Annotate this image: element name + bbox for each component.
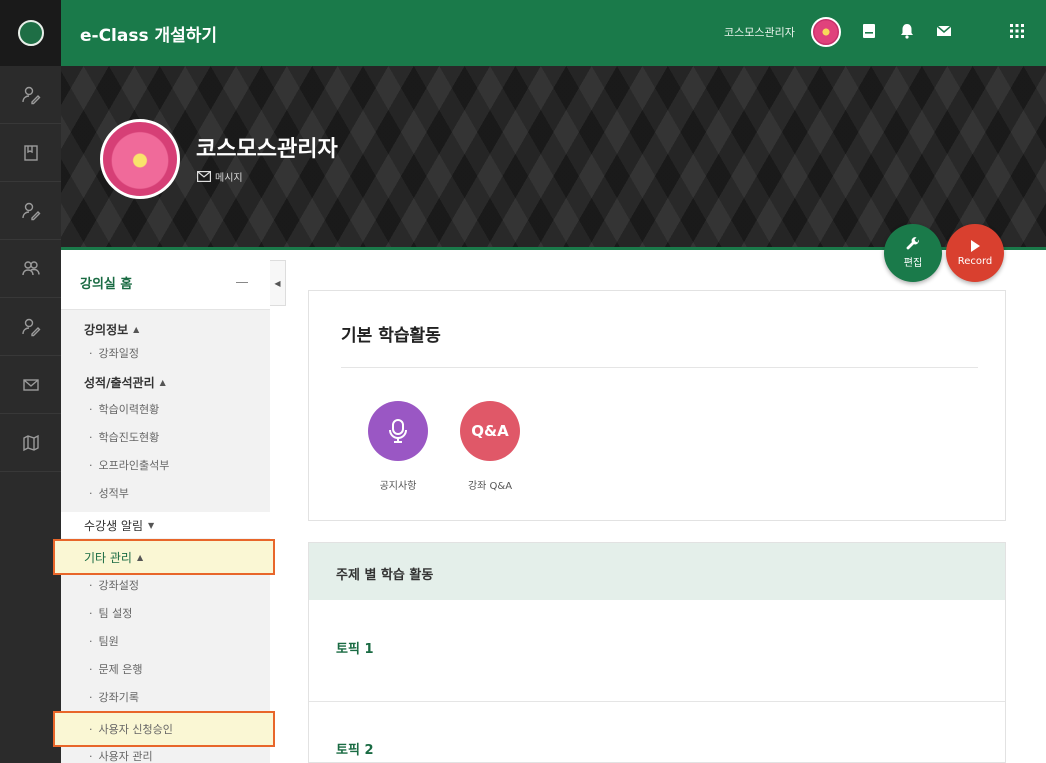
activity-label: 강좌 Q&A: [467, 481, 513, 492]
sidebar-item-course-settings[interactable]: 강좌설정: [61, 572, 270, 598]
basic-activities-panel: 기본 학습활동 공지사항 Q&A 강좌 Q&A: [308, 290, 1006, 521]
microphone-icon: [389, 419, 407, 443]
mail-icon[interactable]: [0, 356, 61, 414]
record-label: Record: [957, 256, 993, 267]
course-sidebar: 강의실 홈 강의정보▲ 강좌일정 성적/출석관리▲ 학습이력현황 학습진도현황 …: [53, 250, 275, 763]
user-name[interactable]: 코스모스관리자: [724, 24, 795, 40]
mail-icon: [197, 171, 211, 182]
topic-section-header: 주제 별 학습 활동: [309, 543, 1005, 600]
divider: [309, 701, 1005, 702]
bell-icon[interactable]: [898, 22, 916, 40]
university-seal-icon: [17, 20, 44, 46]
edit-button[interactable]: 편집: [884, 224, 942, 282]
sidebar-group-etc[interactable]: 기타 관리 ▲: [53, 539, 275, 575]
edit-label: 편집: [903, 258, 923, 269]
chevron-left-icon: ◀: [274, 278, 281, 288]
sidebar-toggle[interactable]: ◀: [270, 260, 286, 306]
sidebar-item-question-bank[interactable]: 문제 은행: [61, 656, 270, 682]
caret-up-icon: ▲: [159, 377, 166, 387]
book-icon[interactable]: [0, 124, 61, 182]
message-link[interactable]: 메시지: [197, 169, 243, 184]
sidebar-item-label: 강의정보: [84, 322, 129, 337]
sidebar-group-course-info[interactable]: 강의정보 ▲: [61, 316, 270, 342]
sidebar-item-schedule[interactable]: 강좌일정: [61, 340, 270, 366]
caret-up-icon: ▲: [136, 552, 144, 562]
play-icon: [971, 240, 980, 252]
users-icon[interactable]: [0, 240, 61, 298]
logo[interactable]: [0, 0, 61, 66]
collapse-minus-icon[interactable]: [236, 282, 248, 283]
sidebar-home-link[interactable]: 강의실 홈: [80, 273, 132, 292]
sidebar-item-user-management[interactable]: 사용자 관리: [61, 746, 270, 763]
record-button[interactable]: Record: [946, 224, 1004, 282]
sidebar-item-learning-history[interactable]: 학습이력현황: [61, 396, 270, 422]
activity-icon: [368, 401, 428, 461]
section-title: 기본 학습활동: [341, 326, 441, 346]
left-rail: [0, 0, 61, 763]
sidebar-item-team-members[interactable]: 팀원: [61, 628, 270, 654]
divider: [341, 367, 978, 368]
topic-section-title: 주제 별 학습 활동: [336, 568, 434, 583]
caret-up-icon: ▲: [133, 324, 140, 334]
sidebar-group-notifications[interactable]: 수강생 알림 ▼: [61, 512, 270, 538]
topic-activities-panel: 주제 별 학습 활동 토픽 1 토픽 2: [308, 542, 1006, 763]
page-title[interactable]: e-Class 개설하기: [80, 21, 217, 46]
user-edit-icon[interactable]: [0, 298, 61, 356]
topic-1[interactable]: 토픽 1: [336, 638, 374, 657]
sidebar-item-gradebook[interactable]: 성적부: [61, 480, 270, 506]
sidebar-group-grades[interactable]: 성적/출석관리 ▲: [61, 369, 270, 395]
profile-avatar[interactable]: [100, 119, 180, 199]
user-edit-icon[interactable]: [0, 182, 61, 240]
user-edit-icon[interactable]: [0, 66, 61, 124]
sidebar-item-offline-attendance[interactable]: 오프라인출석부: [61, 452, 270, 478]
top-bar: e-Class 개설하기 코스모스관리자: [61, 0, 1046, 66]
sidebar-item-team-settings[interactable]: 팀 설정: [61, 600, 270, 626]
wrench-icon: [906, 237, 919, 250]
board-icon[interactable]: [860, 22, 878, 40]
caret-down-icon: ▼: [148, 520, 155, 530]
map-icon[interactable]: [0, 414, 61, 472]
sidebar-item-label: 성적/출석관리: [84, 375, 155, 390]
qna-icon: Q&A: [460, 401, 520, 461]
sidebar-item-progress[interactable]: 학습진도현황: [61, 424, 270, 450]
activity-qna[interactable]: Q&A 강좌 Q&A: [450, 401, 530, 492]
mail-icon[interactable]: [935, 22, 953, 40]
avatar[interactable]: [811, 17, 841, 47]
sidebar-header: 강의실 홈: [61, 250, 270, 310]
profile-banner: 코스모스관리자 메시지: [61, 66, 1046, 250]
sidebar-item-user-approval[interactable]: 사용자 신청승인: [53, 711, 275, 747]
apps-grid-icon[interactable]: [1008, 22, 1026, 40]
profile-name: 코스모스관리자: [196, 137, 338, 162]
activity-notice[interactable]: 공지사항: [358, 401, 438, 492]
message-label: 메시지: [215, 173, 243, 184]
sidebar-item-course-log[interactable]: 강좌기록: [61, 684, 270, 710]
sidebar-item-label: 기타 관리: [84, 550, 132, 565]
topic-2[interactable]: 토픽 2: [336, 739, 374, 758]
activity-label: 공지사항: [379, 481, 417, 492]
sidebar-item-label: 수강생 알림: [84, 518, 144, 533]
